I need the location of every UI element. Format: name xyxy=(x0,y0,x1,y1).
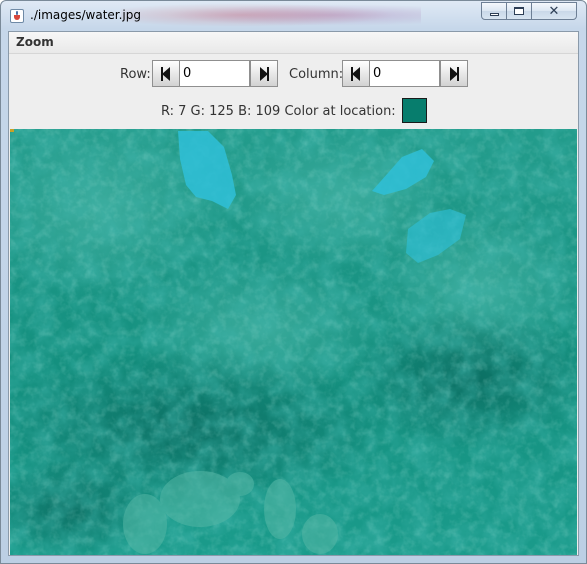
menu-bar: Zoom xyxy=(9,32,578,54)
java-app-icon[interactable] xyxy=(10,9,24,23)
java-app-icon-cup xyxy=(14,15,20,20)
water-image-svg xyxy=(10,129,577,555)
client-area: Zoom Row: Column: R: 7 G: 125 B: 109 Col… xyxy=(8,31,579,556)
color-swatch xyxy=(402,98,427,123)
maximize-icon xyxy=(514,7,524,15)
menu-zoom[interactable]: Zoom xyxy=(14,35,56,49)
column-label: Column: xyxy=(289,67,344,82)
close-button[interactable]: ✕ xyxy=(531,2,577,20)
column-next-button[interactable] xyxy=(440,60,468,87)
row-input[interactable] xyxy=(179,60,250,87)
arrow-left-icon xyxy=(161,66,170,81)
pixel-color-text: R: 7 G: 125 B: 109 Color at location: xyxy=(161,104,396,119)
arrow-left-icon xyxy=(351,66,360,81)
app-window: ./images/water.jpg ✕ Zoom Row: Column: xyxy=(0,0,587,564)
water-image[interactable] xyxy=(10,129,577,555)
image-origin-marker xyxy=(10,129,14,132)
column-prev-button[interactable] xyxy=(342,60,370,87)
window-title: ./images/water.jpg xyxy=(30,8,141,22)
title-bar[interactable]: ./images/water.jpg ✕ xyxy=(1,1,586,31)
title-bar-glow xyxy=(121,1,421,29)
minimize-button[interactable] xyxy=(481,2,507,20)
row-label: Row: xyxy=(120,67,151,82)
minimize-icon xyxy=(489,12,499,16)
row-next-button[interactable] xyxy=(250,60,278,87)
row-prev-button[interactable] xyxy=(152,60,180,87)
arrow-right-icon xyxy=(260,66,269,81)
column-input[interactable] xyxy=(369,60,440,87)
maximize-button[interactable] xyxy=(506,2,532,20)
close-icon: ✕ xyxy=(548,3,560,19)
arrow-right-icon xyxy=(450,66,459,81)
